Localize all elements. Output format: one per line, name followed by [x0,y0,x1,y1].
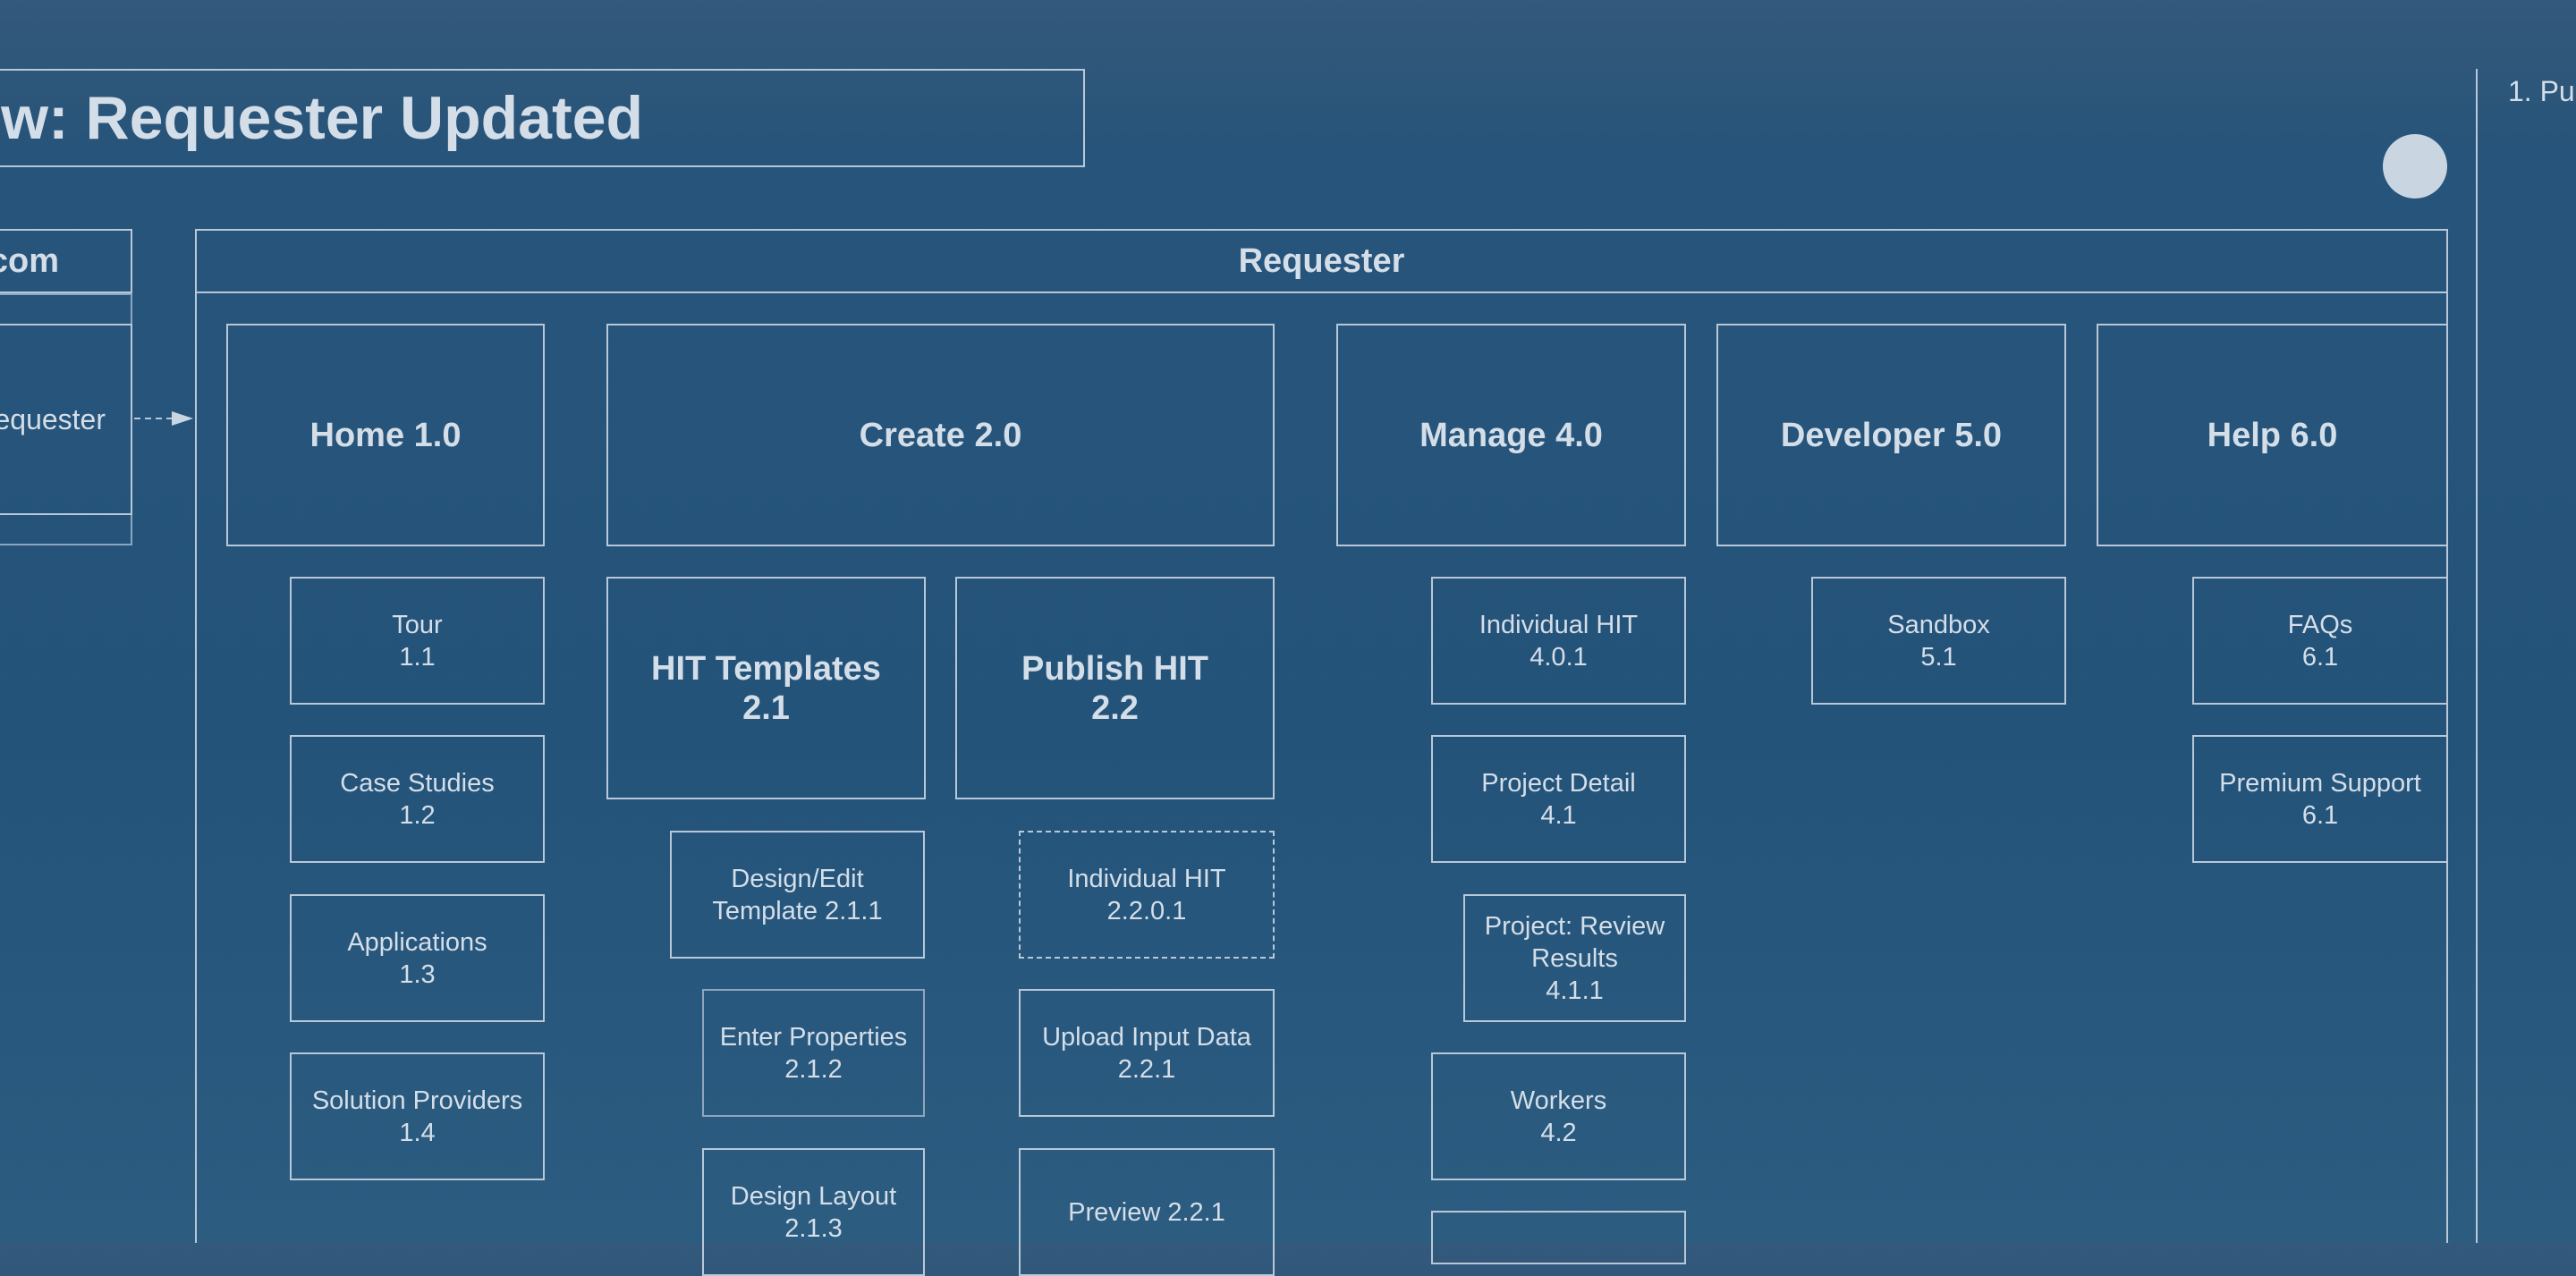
section-home[interactable]: Home 1.0 [226,324,545,546]
home-item-num: 1.3 [399,959,436,989]
requester-left-edge [195,293,197,1243]
left-panel-item-label: equester [0,402,106,435]
manage-item[interactable]: Project: Review Results 4.1.1 [1463,894,1686,1022]
developer-item-name: Sandbox [1887,610,1990,639]
subsection-publish-hit[interactable]: Publish HIT 2.2 [955,577,1275,799]
help-item[interactable]: Premium Support 6.1 [2192,735,2448,863]
section-manage[interactable]: Manage 4.0 [1336,324,1686,546]
section-create[interactable]: Create 2.0 [606,324,1275,546]
side-note: 1. Pu [2508,75,2575,107]
publish-item-num: 2.2.0.1 [1106,896,1187,925]
requester-header: Requester [195,229,2448,293]
manage-item-partial[interactable] [1431,1211,1686,1264]
template-item-name: Enter Properties [719,1022,908,1052]
right-divider-line [2476,69,2478,1243]
home-item-num: 1.4 [399,1118,436,1147]
left-panel-header-text: com [0,241,59,280]
manage-item-num: 4.0.1 [1530,642,1588,672]
home-item-num: 1.1 [399,642,436,672]
help-item-name: Premium Support [2219,768,2421,798]
home-item-name: Applications [347,927,487,957]
home-item-name: Solution Providers [311,1086,523,1115]
template-item[interactable]: Design/Edit Template 2.1.1 [670,831,925,959]
manage-item-name: Workers [1510,1086,1607,1115]
left-panel-header: com [0,229,132,293]
section-help[interactable]: Help 6.0 [2097,324,2448,546]
manage-item-num: 4.2 [1540,1118,1577,1147]
hit-templates-num: 2.1 [742,689,790,727]
requester-header-text: Requester [1238,241,1405,280]
home-item-name: Case Studies [340,768,495,798]
section-manage-label: Manage 4.0 [1419,416,1603,454]
publish-hit-name: Publish HIT [1021,649,1208,688]
publish-item-name: Upload Input Data [1042,1022,1251,1052]
publish-item-name: Individual HIT [1067,864,1226,893]
help-item-num: 6.1 [2301,800,2339,830]
publish-hit-num: 2.2 [1091,689,1139,727]
home-item-num: 1.2 [399,800,436,830]
help-item-num: 6.1 [2301,642,2339,672]
template-item-num: 2.1.3 [784,1213,843,1243]
diagram-title: w: Requester Updated [1,84,643,152]
manage-item[interactable]: Project Detail 4.1 [1431,735,1686,863]
manage-item-name-line2: Results [1531,943,1618,973]
publish-item[interactable]: Preview 2.2.1 [1019,1148,1275,1276]
circle-marker [2383,134,2447,199]
help-item-name: FAQs [2287,610,2353,639]
manage-item-num: 4.1.1 [1546,976,1604,1005]
home-item[interactable]: Solution Providers 1.4 [290,1052,545,1180]
template-item[interactable]: Enter Properties 2.1.2 [702,989,925,1117]
section-create-label: Create 2.0 [859,416,1022,454]
home-item[interactable]: Case Studies 1.2 [290,735,545,863]
diagram-title-box: w: Requester Updated [0,69,1085,167]
subsection-hit-templates[interactable]: HIT Templates 2.1 [606,577,926,799]
manage-item[interactable]: Workers 4.2 [1431,1052,1686,1180]
section-home-label: Home 1.0 [309,416,462,454]
hit-templates-name: HIT Templates [651,649,881,688]
section-developer-label: Developer 5.0 [1780,416,2003,454]
developer-item[interactable]: Sandbox 5.1 [1811,577,2066,705]
manage-item-name: Project Detail [1481,768,1636,798]
section-help-label: Help 6.0 [2207,416,2338,454]
publish-item-num: 2.2.1 [1117,1054,1176,1084]
section-developer[interactable]: Developer 5.0 [1716,324,2066,546]
template-item-name: Design/Edit [731,864,864,893]
developer-item-num: 5.1 [1920,642,1957,672]
manage-item-num: 4.1 [1540,800,1577,830]
manage-item[interactable]: Individual HIT 4.0.1 [1431,577,1686,705]
manage-item-name: Project: Review [1484,911,1665,941]
left-panel-item[interactable]: equester [0,324,132,515]
template-item[interactable]: Design Layout 2.1.3 [702,1148,925,1276]
publish-item-name: Preview 2.2.1 [1068,1197,1225,1227]
publish-item[interactable]: Individual HIT 2.2.0.1 [1019,831,1275,959]
dashed-arrow-connector [134,411,193,426]
manage-item-name: Individual HIT [1479,610,1639,639]
home-item[interactable]: Tour 1.1 [290,577,545,705]
template-item-num: Template 2.1.1 [712,896,883,925]
home-item-name: Tour [392,610,443,639]
template-item-num: 2.1.2 [784,1054,843,1084]
template-item-name: Design Layout [730,1181,897,1211]
help-item[interactable]: FAQs 6.1 [2192,577,2448,705]
publish-item[interactable]: Upload Input Data 2.2.1 [1019,989,1275,1117]
home-item[interactable]: Applications 1.3 [290,894,545,1022]
